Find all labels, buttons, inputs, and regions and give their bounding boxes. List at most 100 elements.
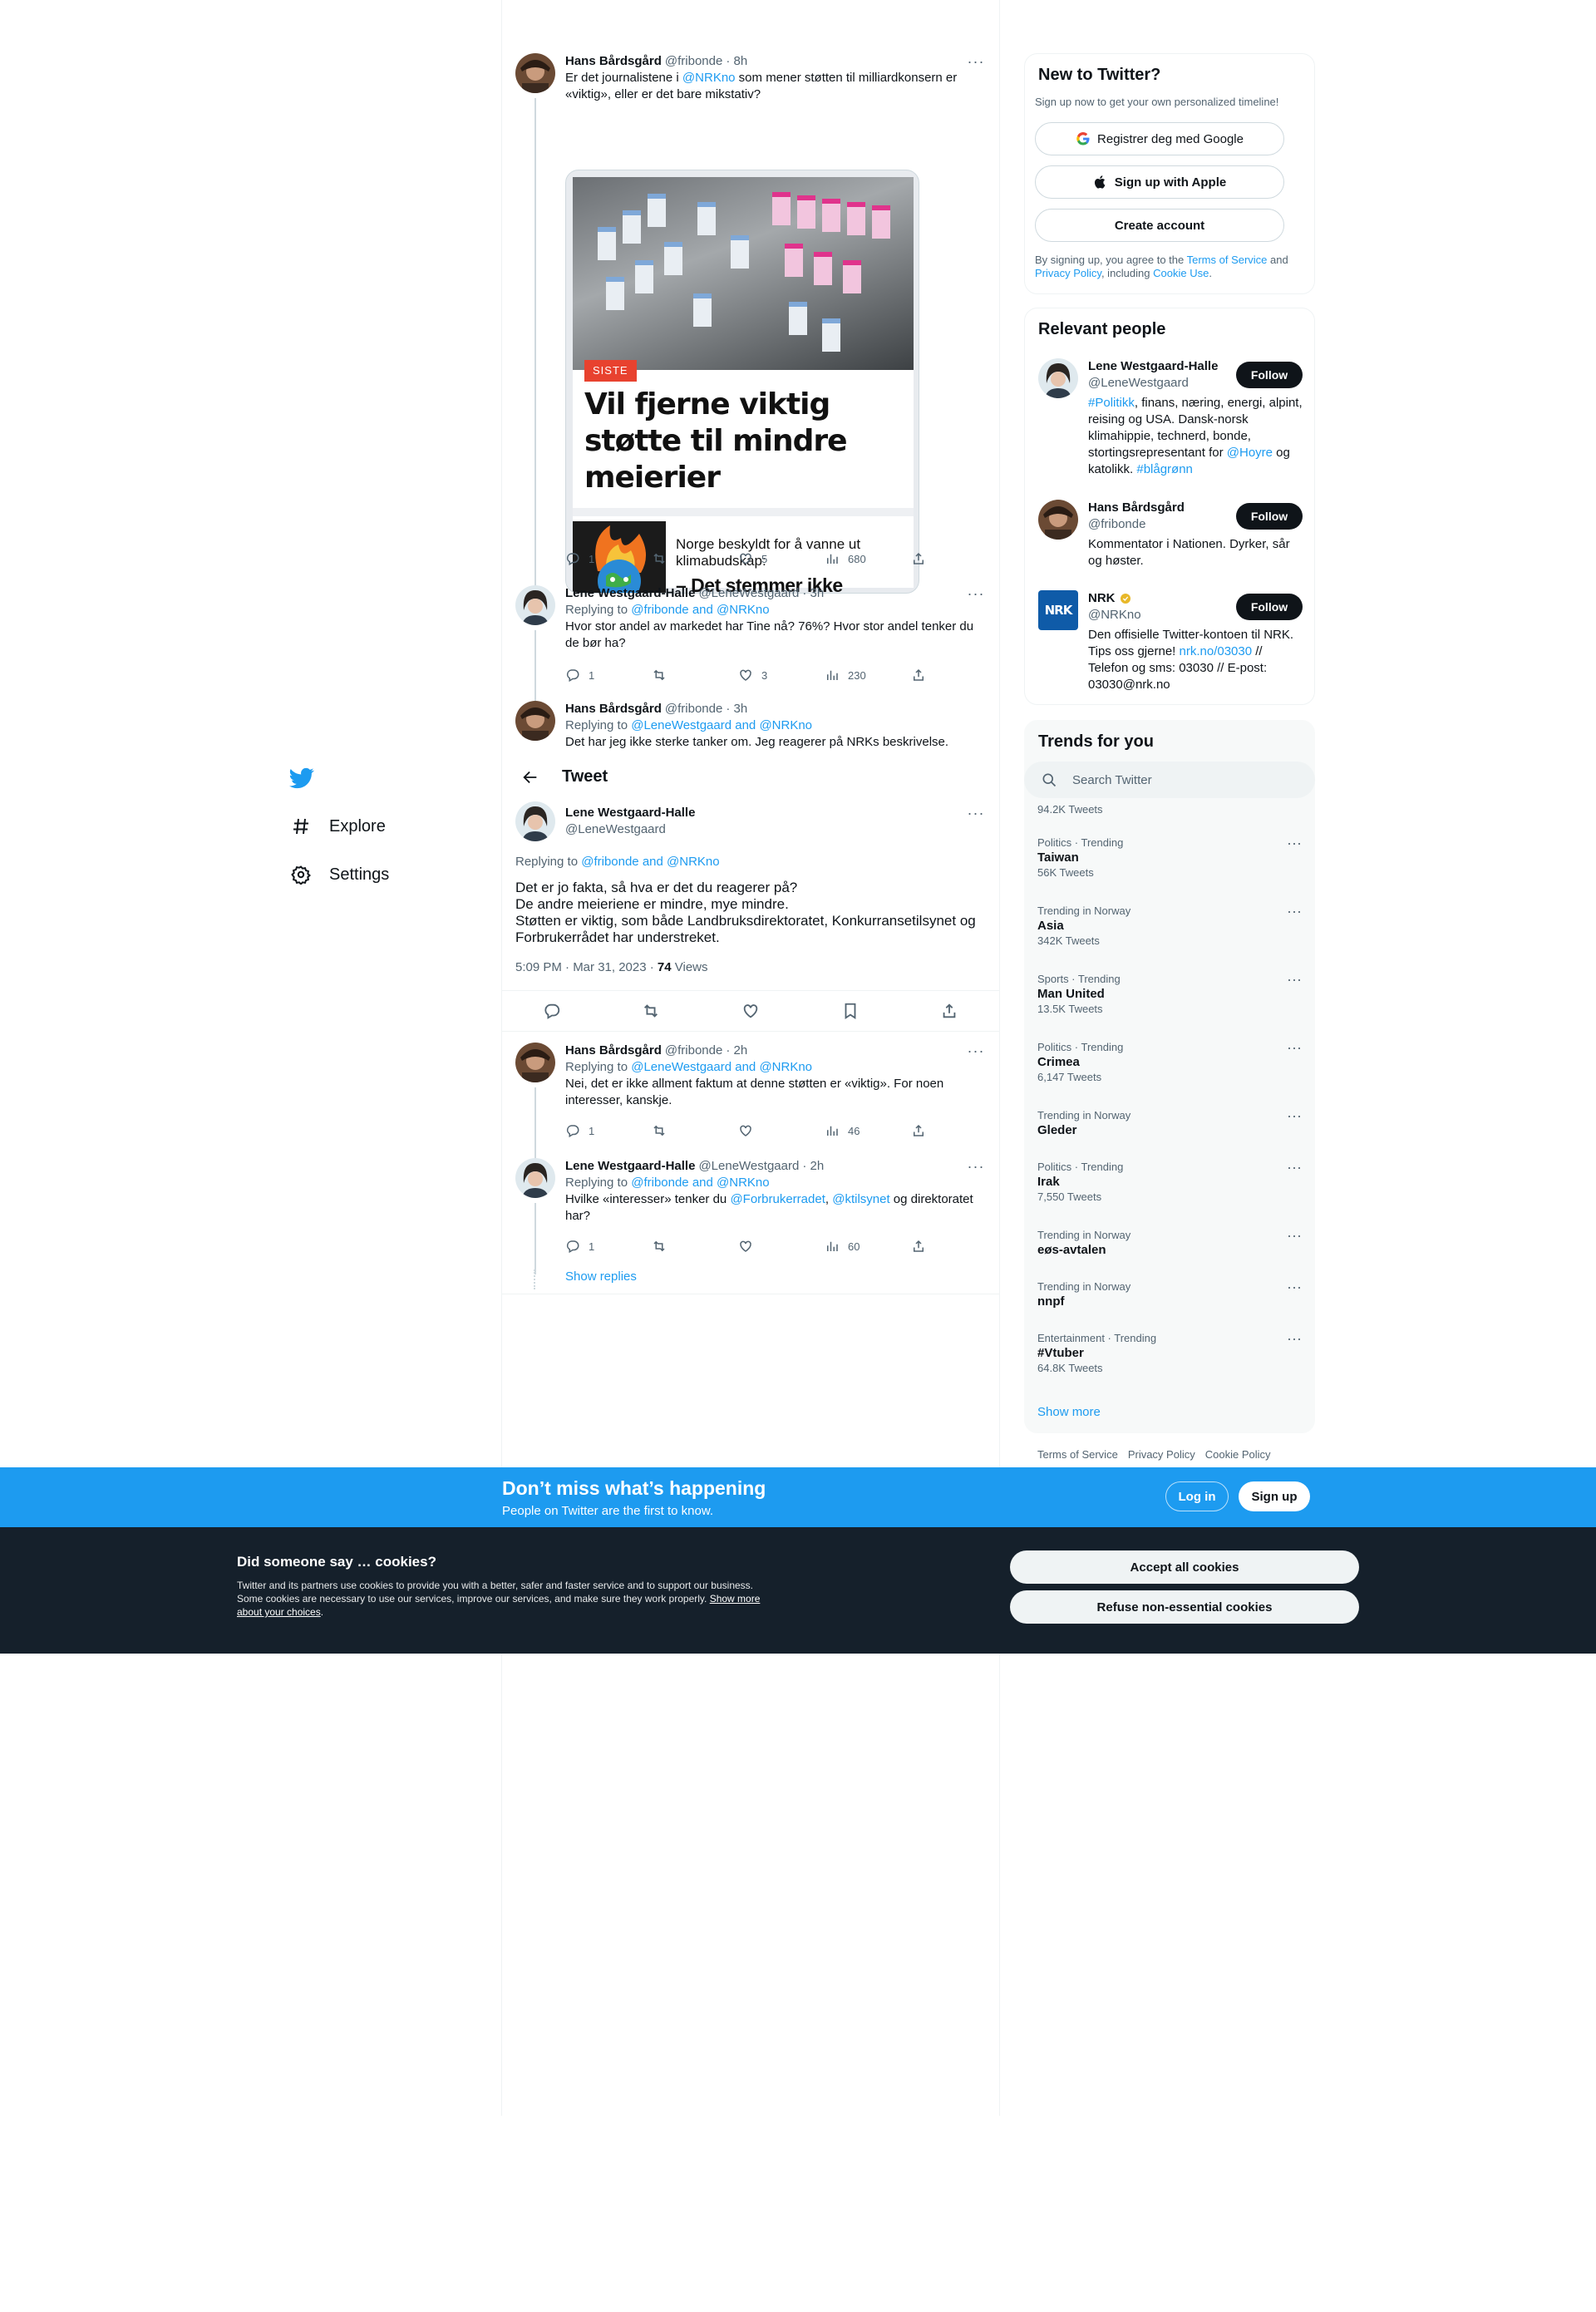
trend-item[interactable]: Trending in Norway eøs-avtalen ···	[1037, 1228, 1302, 1259]
hashtag-link[interactable]: #Politikk	[1088, 396, 1135, 410]
share-icon[interactable]	[940, 1002, 958, 1020]
replying-to-link[interactable]: @fribonde and @NRKno	[631, 1176, 769, 1190]
replying-to-link[interactable]: @LeneWestgaard and @NRKno	[631, 718, 812, 732]
nrk-logo[interactable]: NRK	[1038, 590, 1078, 630]
more-icon[interactable]: ···	[1287, 1331, 1302, 1346]
person-handle[interactable]: @NRKno	[1088, 607, 1238, 624]
footer-link[interactable]: Cookie Policy	[1205, 1448, 1271, 1461]
author-name[interactable]: Lene Westgaard-Halle	[565, 585, 695, 602]
retweet-button[interactable]	[652, 667, 727, 683]
share-button[interactable]	[911, 1238, 928, 1255]
views-button[interactable]: 46	[825, 1122, 899, 1139]
accept-cookies-button[interactable]: Accept all cookies	[1010, 1550, 1359, 1584]
like-button[interactable]: 5	[738, 550, 813, 567]
avatar[interactable]	[515, 1043, 555, 1082]
mention-link[interactable]: @ktilsynet	[832, 1192, 889, 1206]
more-icon[interactable]: ···	[966, 806, 986, 825]
more-icon[interactable]: ···	[1287, 1160, 1302, 1175]
person-handle[interactable]: @LeneWestgaard	[1088, 375, 1238, 392]
tweet-time[interactable]: · 3h	[802, 585, 824, 602]
author-handle[interactable]: @LeneWestgaard	[565, 821, 695, 838]
avatar[interactable]	[515, 53, 555, 93]
views-button[interactable]: 680	[825, 550, 899, 567]
mention-link[interactable]: @NRKno	[682, 71, 736, 85]
tweet-time[interactable]: · 2h	[726, 1043, 747, 1059]
author-handle[interactable]: @LeneWestgaard	[698, 1158, 799, 1175]
trend-item[interactable]: Sports · Trending Man United 13.5K Tweet…	[1037, 972, 1302, 1016]
avatar[interactable]	[515, 1158, 555, 1198]
hashtag-link[interactable]: #blågrønn	[1136, 462, 1193, 476]
retweet-button[interactable]	[652, 1238, 727, 1255]
mention-link[interactable]: @Hoyre	[1227, 446, 1273, 460]
more-icon[interactable]: ···	[1287, 1279, 1302, 1294]
refuse-cookies-button[interactable]: Refuse non-essential cookies	[1010, 1590, 1359, 1624]
author-handle[interactable]: @LeneWestgaard	[698, 585, 799, 602]
login-button[interactable]: Log in	[1165, 1481, 1229, 1511]
follow-button[interactable]: Follow	[1236, 594, 1303, 620]
privacy-link[interactable]: Privacy Policy	[1035, 267, 1101, 279]
share-button[interactable]	[911, 550, 928, 567]
person-name[interactable]: Hans Bårdsgård	[1088, 500, 1238, 516]
replying-to-link[interactable]: @fribonde and @NRKno	[631, 603, 769, 617]
author-name[interactable]: Hans Bårdsgård	[565, 1043, 662, 1059]
avatar[interactable]	[515, 585, 555, 625]
create-account-button[interactable]: Create account	[1035, 209, 1284, 242]
views-button[interactable]: 60	[825, 1238, 899, 1255]
tweet-time[interactable]: · 3h	[726, 701, 747, 717]
reply-icon[interactable]	[543, 1002, 561, 1020]
more-icon[interactable]: ···	[966, 586, 986, 605]
reply-button[interactable]: 1	[565, 550, 640, 567]
author-handle[interactable]: @fribonde	[665, 53, 722, 70]
apple-signup-button[interactable]: Sign up with Apple	[1035, 165, 1284, 199]
more-icon[interactable]: ···	[1287, 1228, 1302, 1243]
nav-item-explore[interactable]: Explore	[289, 806, 386, 846]
cookie-use-link[interactable]: Cookie Use	[1153, 267, 1209, 279]
more-icon[interactable]: ···	[1287, 972, 1302, 987]
trend-item[interactable]: Politics · Trending Crimea 6,147 Tweets …	[1037, 1040, 1302, 1084]
bookmark-icon[interactable]	[841, 1002, 860, 1020]
reply-button[interactable]: 1	[565, 667, 640, 683]
trend-item[interactable]: Trending in Norway nnpf ···	[1037, 1279, 1302, 1310]
retweet-icon[interactable]	[642, 1002, 660, 1020]
more-icon[interactable]: ···	[966, 1159, 986, 1178]
tweet-time[interactable]: · 8h	[726, 53, 747, 70]
more-icon[interactable]: ···	[1287, 1108, 1302, 1123]
person-handle[interactable]: @fribonde	[1088, 516, 1238, 533]
replying-to-link[interactable]: @LeneWestgaard and @NRKno	[631, 1060, 812, 1074]
trend-item[interactable]: Politics · Trending Irak 7,550 Tweets ··…	[1037, 1160, 1302, 1204]
author-name[interactable]: Lene Westgaard-Halle	[565, 805, 695, 821]
avatar[interactable]	[515, 701, 555, 741]
link-card[interactable]: SISTE Vil fjerne viktig støtte til mindr…	[565, 170, 919, 594]
author-name[interactable]: Hans Bårdsgård	[565, 701, 662, 717]
footer-link[interactable]: Privacy Policy	[1128, 1448, 1195, 1461]
person-name[interactable]: Lene Westgaard-Halle	[1088, 358, 1238, 375]
search-input[interactable]: Search Twitter	[1024, 762, 1315, 798]
more-icon[interactable]: ···	[1287, 1040, 1302, 1055]
reply-button[interactable]: 1	[565, 1122, 640, 1139]
person-name[interactable]: NRK	[1088, 590, 1116, 607]
trend-item[interactable]: Politics · Trending Taiwan 56K Tweets ··…	[1037, 836, 1302, 880]
avatar[interactable]	[1038, 500, 1078, 540]
tweet-time[interactable]: · 2h	[802, 1158, 824, 1175]
show-more-link[interactable]: Show more	[1037, 1405, 1101, 1419]
like-button[interactable]: 3	[738, 667, 813, 683]
footer-link[interactable]: Terms of Service	[1037, 1448, 1118, 1461]
timestamp-text[interactable]: 5:09 PM · Mar 31, 2023 ·	[515, 960, 658, 974]
retweet-button[interactable]	[652, 1122, 727, 1139]
show-replies-link[interactable]: Show replies	[565, 1269, 637, 1284]
more-icon[interactable]: ···	[1287, 836, 1302, 850]
like-button[interactable]	[738, 1122, 813, 1139]
google-signup-button[interactable]: Registrer deg med Google	[1035, 122, 1284, 155]
author-name[interactable]: Lene Westgaard-Halle	[565, 1158, 695, 1175]
heart-icon[interactable]	[741, 1002, 760, 1020]
twitter-logo-icon[interactable]	[289, 766, 318, 794]
nav-item-settings[interactable]: Settings	[289, 855, 389, 895]
avatar[interactable]	[1038, 358, 1078, 398]
back-arrow-icon[interactable]	[515, 762, 545, 792]
replying-to-link[interactable]: @fribonde and @NRKno	[581, 855, 719, 869]
bio-link[interactable]: nrk.no/03030	[1180, 644, 1253, 658]
trend-item[interactable]: Entertainment · Trending #Vtuber 64.8K T…	[1037, 1331, 1302, 1375]
signup-button[interactable]: Sign up	[1239, 1481, 1310, 1511]
terms-link[interactable]: Terms of Service	[1187, 254, 1268, 266]
follow-button[interactable]: Follow	[1236, 503, 1303, 530]
